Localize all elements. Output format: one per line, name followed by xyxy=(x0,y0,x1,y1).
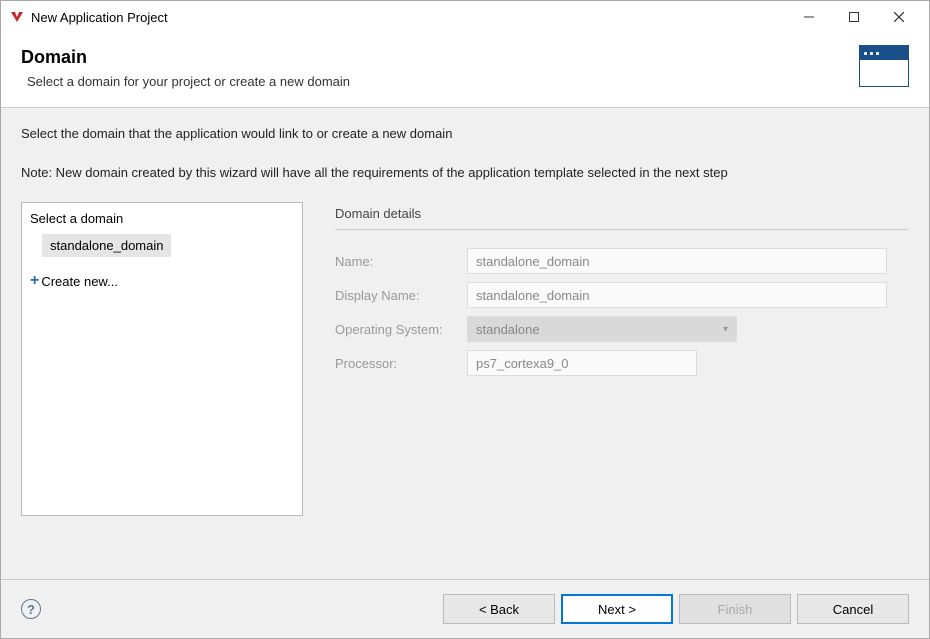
details-section-title: Domain details xyxy=(335,206,909,230)
close-button[interactable] xyxy=(876,3,921,31)
name-field[interactable] xyxy=(467,248,887,274)
help-button[interactable]: ? xyxy=(21,599,41,619)
display-name-label: Display Name: xyxy=(335,288,467,303)
footer: ? < Back Next > Finish Cancel xyxy=(1,579,929,638)
domain-list-panel: Select a domain standalone_domain + Crea… xyxy=(21,202,303,516)
maximize-button[interactable] xyxy=(831,3,876,31)
next-button[interactable]: Next > xyxy=(561,594,673,624)
display-name-field[interactable] xyxy=(467,282,887,308)
instruction-text: Select the domain that the application w… xyxy=(21,126,909,141)
os-row: Operating System: standalone ▾ xyxy=(335,316,909,342)
page-subtitle: Select a domain for your project or crea… xyxy=(27,74,909,89)
finish-button: Finish xyxy=(679,594,791,624)
note-text: Note: New domain created by this wizard … xyxy=(21,165,909,180)
name-label: Name: xyxy=(335,254,467,269)
page-title: Domain xyxy=(21,47,909,68)
processor-label: Processor: xyxy=(335,356,467,371)
back-button[interactable]: < Back xyxy=(443,594,555,624)
display-name-row: Display Name: xyxy=(335,282,909,308)
os-value: standalone xyxy=(476,322,540,337)
create-new-domain[interactable]: + Create new... xyxy=(30,271,294,291)
name-row: Name: xyxy=(335,248,909,274)
body: Select the domain that the application w… xyxy=(1,108,929,579)
header: Domain Select a domain for your project … xyxy=(1,33,929,108)
titlebar: New Application Project xyxy=(1,1,929,33)
domain-item-standalone[interactable]: standalone_domain xyxy=(42,234,171,257)
app-icon xyxy=(9,9,25,25)
minimize-button[interactable] xyxy=(786,3,831,31)
os-label: Operating System: xyxy=(335,322,467,337)
processor-field[interactable] xyxy=(467,350,697,376)
dialog-window: New Application Project Domain Select a … xyxy=(0,0,930,639)
chevron-down-icon: ▾ xyxy=(723,324,728,335)
domain-list-label: Select a domain xyxy=(30,209,294,234)
create-new-label: Create new... xyxy=(41,274,118,289)
plus-icon: + xyxy=(30,273,39,289)
cancel-button[interactable]: Cancel xyxy=(797,594,909,624)
wizard-banner-icon xyxy=(859,45,909,87)
window-title: New Application Project xyxy=(31,10,786,25)
content-area: Select a domain standalone_domain + Crea… xyxy=(21,202,909,569)
domain-details-panel: Domain details Name: Display Name: Opera… xyxy=(335,202,909,569)
os-select[interactable]: standalone ▾ xyxy=(467,316,737,342)
window-controls xyxy=(786,3,921,31)
wizard-buttons: < Back Next > Finish Cancel xyxy=(443,594,909,624)
processor-row: Processor: xyxy=(335,350,909,376)
